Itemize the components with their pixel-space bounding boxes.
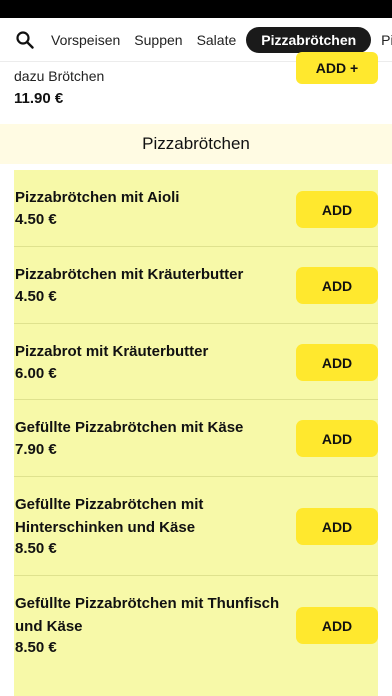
item-description: dazu Brötchen bbox=[14, 68, 105, 84]
search-button[interactable] bbox=[0, 18, 44, 61]
item-name: Gefüllte Pizzabrötchen mit Thunfisch und… bbox=[15, 595, 280, 635]
section-title: Pizzabrötchen bbox=[142, 134, 250, 153]
menu-list: Pizzabrötchen mit Aioli 4.50 € ADD Pizza… bbox=[14, 170, 378, 696]
tab-vorspeisen[interactable]: Vorspeisen bbox=[44, 27, 127, 53]
tab-pizzabroetchen[interactable]: Pizzabrötchen bbox=[246, 26, 372, 53]
item-price: 8.50 € bbox=[15, 639, 57, 656]
list-item: Gefüllte Pizzabrötchen mit Thunfisch und… bbox=[14, 576, 378, 676]
add-button[interactable]: ADD bbox=[296, 344, 378, 381]
list-item: dazu Brötchen 11.90 € ADD + bbox=[0, 52, 392, 122]
add-button[interactable]: ADD bbox=[296, 267, 378, 304]
item-name: Pizzabrötchen mit Kräuterbutter bbox=[15, 266, 244, 283]
item-price: 7.90 € bbox=[15, 441, 57, 458]
item-name: Pizzabrötchen mit Aioli bbox=[15, 189, 180, 206]
tab-suppen[interactable]: Suppen bbox=[127, 27, 189, 53]
tab-salate[interactable]: Salate bbox=[190, 27, 244, 53]
item-price: 8.50 € bbox=[15, 540, 57, 557]
list-item: Pizzabrot mit Kräuterbutter 6.00 € ADD bbox=[14, 324, 378, 400]
add-button[interactable]: ADD bbox=[296, 607, 378, 644]
item-price: 6.00 € bbox=[15, 365, 57, 382]
item-name: Pizzabrot mit Kräuterbutter bbox=[15, 343, 209, 360]
section-header: Pizzabrötchen bbox=[0, 124, 392, 164]
list-item: Gefüllte Pizzabrötchen mit Hinterschinke… bbox=[14, 477, 378, 576]
list-item: Pizzabrötchen mit Kräuterbutter 4.50 € A… bbox=[14, 247, 378, 324]
item-name: Gefüllte Pizzabrötchen mit Käse bbox=[15, 419, 244, 436]
add-button[interactable]: ADD bbox=[296, 191, 378, 228]
add-button[interactable]: ADD bbox=[296, 420, 378, 457]
item-name: Gefüllte Pizzabrötchen mit Hinterschinke… bbox=[15, 496, 204, 536]
list-item: Pizzabrötchen mit Aioli 4.50 € ADD bbox=[14, 170, 378, 247]
search-icon bbox=[16, 30, 34, 49]
tab-pizza[interactable]: Pizza bbox=[374, 27, 392, 53]
item-price: 11.90 € bbox=[14, 90, 64, 107]
status-bar bbox=[0, 0, 392, 18]
item-price: 4.50 € bbox=[15, 288, 57, 305]
add-button[interactable]: ADD bbox=[296, 508, 378, 545]
item-price: 4.50 € bbox=[15, 211, 57, 228]
list-item: Gefüllte Pizzabrötchen mit Käse 7.90 € A… bbox=[14, 400, 378, 477]
add-button[interactable]: ADD + bbox=[296, 52, 378, 84]
